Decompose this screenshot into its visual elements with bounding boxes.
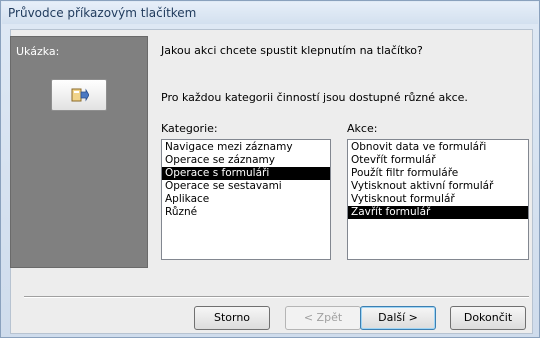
window-title: Průvodce příkazovým tlačítkem [8, 6, 197, 20]
action-item[interactable]: Použít filtr formuláře [348, 167, 528, 180]
preview-panel: Ukázka: [10, 36, 148, 268]
cancel-button[interactable]: Storno [194, 306, 270, 330]
form-close-icon [71, 88, 89, 102]
next-button[interactable]: Další > [360, 306, 436, 330]
finish-button[interactable]: Dokončit [450, 306, 526, 330]
category-item[interactable]: Aplikace [162, 193, 330, 206]
action-item[interactable]: Obnovit data ve formuláři [348, 141, 528, 154]
category-item[interactable]: Operace se záznamy [162, 154, 330, 167]
action-item[interactable]: Otevřít formulář [348, 154, 528, 167]
category-item[interactable]: Různé [162, 206, 330, 219]
category-item[interactable]: Navigace mezi záznamy [162, 141, 330, 154]
back-button[interactable]: < Zpět [285, 306, 361, 330]
question-text: Jakou akci chcete spustit klepnutím na t… [161, 44, 423, 57]
actions-label: Akce: [347, 122, 378, 135]
action-item[interactable]: Vytisknout aktivní formulář [348, 180, 528, 193]
categories-listbox[interactable]: Navigace mezi záznamy Operace se záznamy O… [161, 139, 331, 260]
info-text: Pro každou kategorii činností jsou dostu… [161, 91, 468, 104]
action-item[interactable]: Vytisknout formulář [348, 193, 528, 206]
actions-listbox[interactable]: Obnovit data ve formuláři Otevřít formulá… [347, 139, 529, 260]
preview-label: Ukázka: [16, 45, 60, 58]
title-bar: Průvodce příkazovým tlačítkem [2, 2, 538, 24]
button-separator [24, 296, 529, 298]
preview-button [51, 79, 107, 111]
category-item[interactable]: Operace se sestavami [162, 180, 330, 193]
action-item[interactable]: Zavřít formulář [348, 206, 528, 219]
categories-label: Kategorie: [161, 122, 218, 135]
category-item[interactable]: Operace s formuláři [162, 167, 330, 180]
